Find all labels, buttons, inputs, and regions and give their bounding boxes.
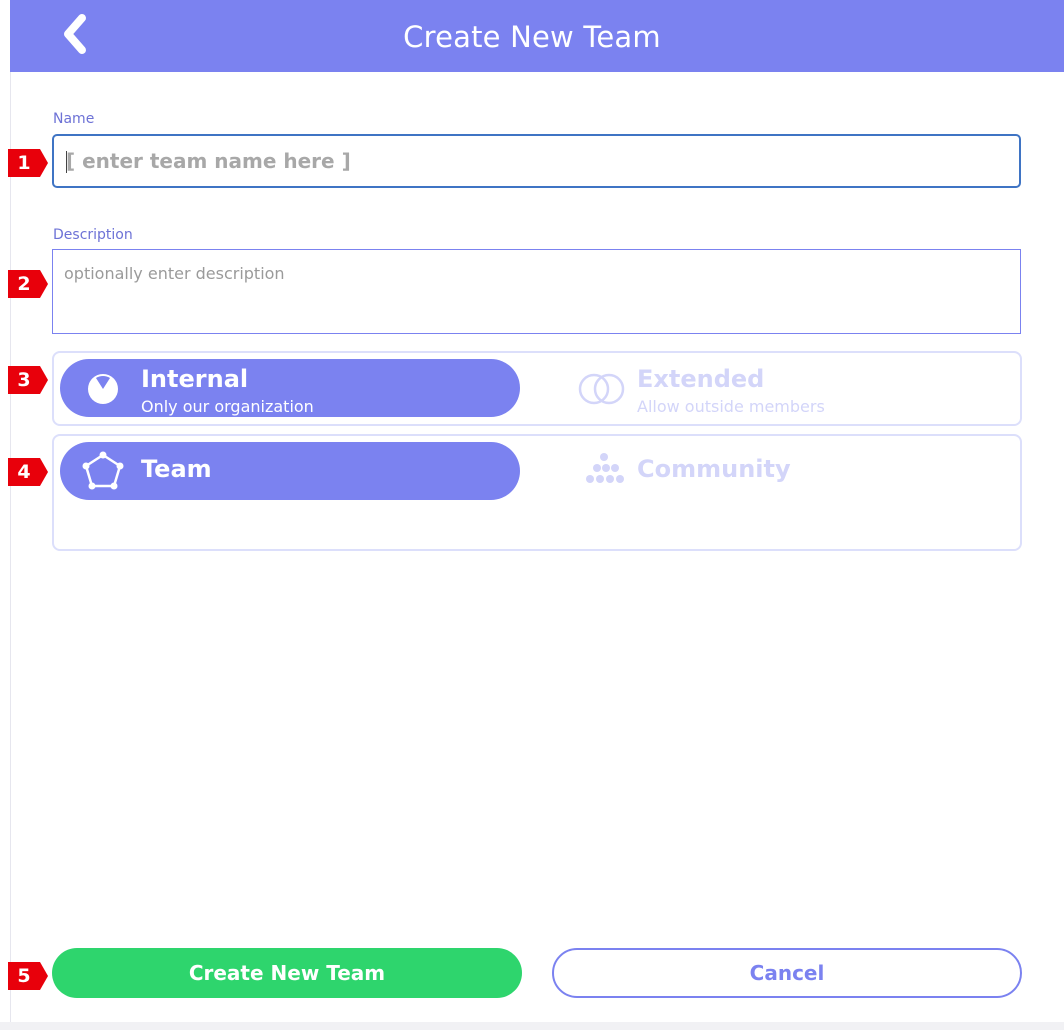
annotation-marker-5: 5 <box>8 962 48 990</box>
description-label: Description <box>53 227 133 243</box>
annotation-marker-3: 3 <box>8 366 48 394</box>
marker-number: 4 <box>17 461 31 483</box>
marker-number: 2 <box>17 273 31 295</box>
extended-subtitle: Allow outside members <box>637 397 825 416</box>
marker-number: 3 <box>17 369 31 391</box>
team-title: Team <box>141 455 212 483</box>
annotation-marker-4: 4 <box>8 458 48 486</box>
bottom-strip <box>0 1022 1064 1030</box>
extended-title: Extended <box>637 365 765 393</box>
description-placeholder: optionally enter description <box>64 264 285 283</box>
option-internal[interactable]: Internal Only our organization <box>60 359 520 417</box>
description-textarea[interactable]: optionally enter description <box>52 249 1021 334</box>
cancel-button[interactable]: Cancel <box>552 948 1022 998</box>
name-label: Name <box>53 111 95 127</box>
page-title: Create New Team <box>403 20 661 54</box>
community-title: Community <box>637 455 791 483</box>
create-team-button[interactable]: Create New Team <box>52 948 522 998</box>
type-toggle: Team Community <box>52 434 1022 551</box>
option-team[interactable]: Team <box>60 442 520 500</box>
team-name-input[interactable]: [ enter team name here ] <box>52 134 1021 188</box>
annotation-marker-2: 2 <box>8 270 48 298</box>
overlapping-circles-icon <box>578 373 625 405</box>
internal-subtitle: Only our organization <box>141 397 314 416</box>
marker-number: 1 <box>17 152 31 174</box>
marker-number: 5 <box>17 965 31 987</box>
option-community[interactable]: Community <box>574 442 994 500</box>
option-extended[interactable]: Extended Allow outside members <box>574 359 994 417</box>
annotation-marker-1: 1 <box>8 149 48 177</box>
internal-title: Internal <box>141 365 249 393</box>
team-name-placeholder: [ enter team name here ] <box>66 149 351 173</box>
dots-cluster-icon <box>586 453 624 483</box>
pentagon-nodes-icon <box>82 451 124 490</box>
pie-chart-icon <box>88 374 118 404</box>
access-toggle: Internal Only our organization Extended … <box>52 351 1022 426</box>
